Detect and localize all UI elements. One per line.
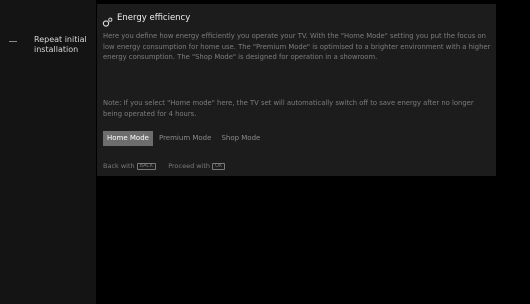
mode-selector: Home Mode Premium Mode Shop Mode [103, 131, 264, 146]
energy-efficiency-panel: Energy efficiency Here you define how en… [97, 4, 496, 176]
footer-hints: Back with BACK Proceed with OK [103, 161, 226, 171]
mode-option-shop[interactable]: Shop Mode [217, 131, 264, 146]
panel-title: Energy efficiency [117, 13, 191, 23]
proceed-hint: Proceed with OK [168, 162, 226, 170]
panel-description: Here you define how energy efficiently y… [103, 32, 491, 62]
ok-key-icon: OK [212, 162, 226, 170]
back-hint-label: Back with [103, 162, 135, 170]
mode-option-premium[interactable]: Premium Mode [155, 131, 215, 146]
proceed-hint-label: Proceed with [168, 162, 211, 170]
sidebar-marker [9, 41, 17, 42]
mode-option-home[interactable]: Home Mode [103, 131, 153, 146]
panel-header: Energy efficiency [102, 11, 191, 27]
panel-note: Note: If you select "Home mode" here, th… [103, 99, 474, 118]
back-key-icon: BACK [136, 162, 157, 170]
gear-icon [102, 13, 113, 27]
back-hint: Back with BACK [103, 162, 157, 170]
sidebar: Repeat initial installation [0, 0, 96, 304]
sidebar-item-repeat-installation[interactable]: Repeat initial installation [34, 35, 92, 55]
